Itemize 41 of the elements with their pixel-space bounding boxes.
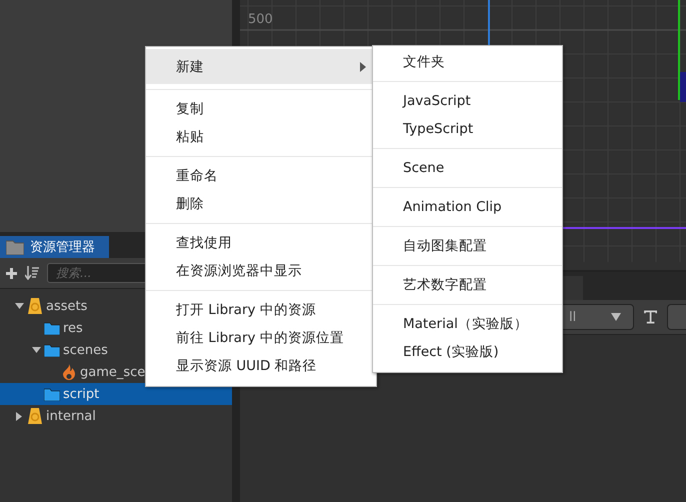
menu-item[interactable]: 显示资源 UUID 和路径 [146,352,376,380]
expanded-caret-icon[interactable] [14,303,24,309]
submenu-arrow-icon [360,62,366,72]
folder-icon [44,344,60,356]
menu-item[interactable]: 复制 [146,95,376,123]
assets-tab[interactable]: 资源管理器 [0,236,109,258]
ruler-label: 500 [248,12,273,27]
menu-item[interactable]: 删除 [146,190,376,218]
folder-icon [44,388,60,400]
tree-item[interactable]: script [0,383,232,405]
tree-item-label: script [63,386,100,402]
database-icon [27,407,43,425]
tree-item-label: assets [46,298,88,314]
tree-item-label: scenes [63,342,108,358]
text-icon[interactable] [644,310,658,324]
menu-item[interactable]: 前往 Library 中的资源位置 [146,324,376,352]
folder-icon [44,322,60,334]
menu-item[interactable]: 重命名 [146,162,376,190]
database-icon [27,297,43,315]
tree-item[interactable]: internal [0,405,232,427]
menu-item[interactable]: TypeScript [373,115,562,143]
sort-icon[interactable] [25,266,39,280]
menu-item[interactable]: 自动图集配置 [373,232,562,260]
menu-item[interactable]: 打开 Library 中的资源 [146,296,376,324]
expanded-caret-icon[interactable] [32,347,40,353]
menu-item[interactable]: 粘贴 [146,123,376,151]
menu-item[interactable]: Effect (实验版) [373,338,562,366]
tree-item-label: internal [46,408,96,424]
collapsed-caret-icon[interactable] [16,412,22,420]
add-icon[interactable] [6,268,17,278]
flame-icon [61,362,77,382]
tree-item-label: game_sce [80,364,146,380]
tree-item-label: res [63,320,83,336]
menu-item[interactable]: 文件夹 [373,48,562,76]
folder-icon [6,240,24,254]
menu-item[interactable]: 查找使用 [146,229,376,257]
menu-item[interactable]: Animation Clip [373,193,562,221]
menu-item[interactable]: 艺术数字配置 [373,271,562,299]
dropdown-caret-icon [610,313,621,321]
menu-item[interactable]: JavaScript [373,87,562,115]
menu-item[interactable]: Scene [373,154,562,182]
